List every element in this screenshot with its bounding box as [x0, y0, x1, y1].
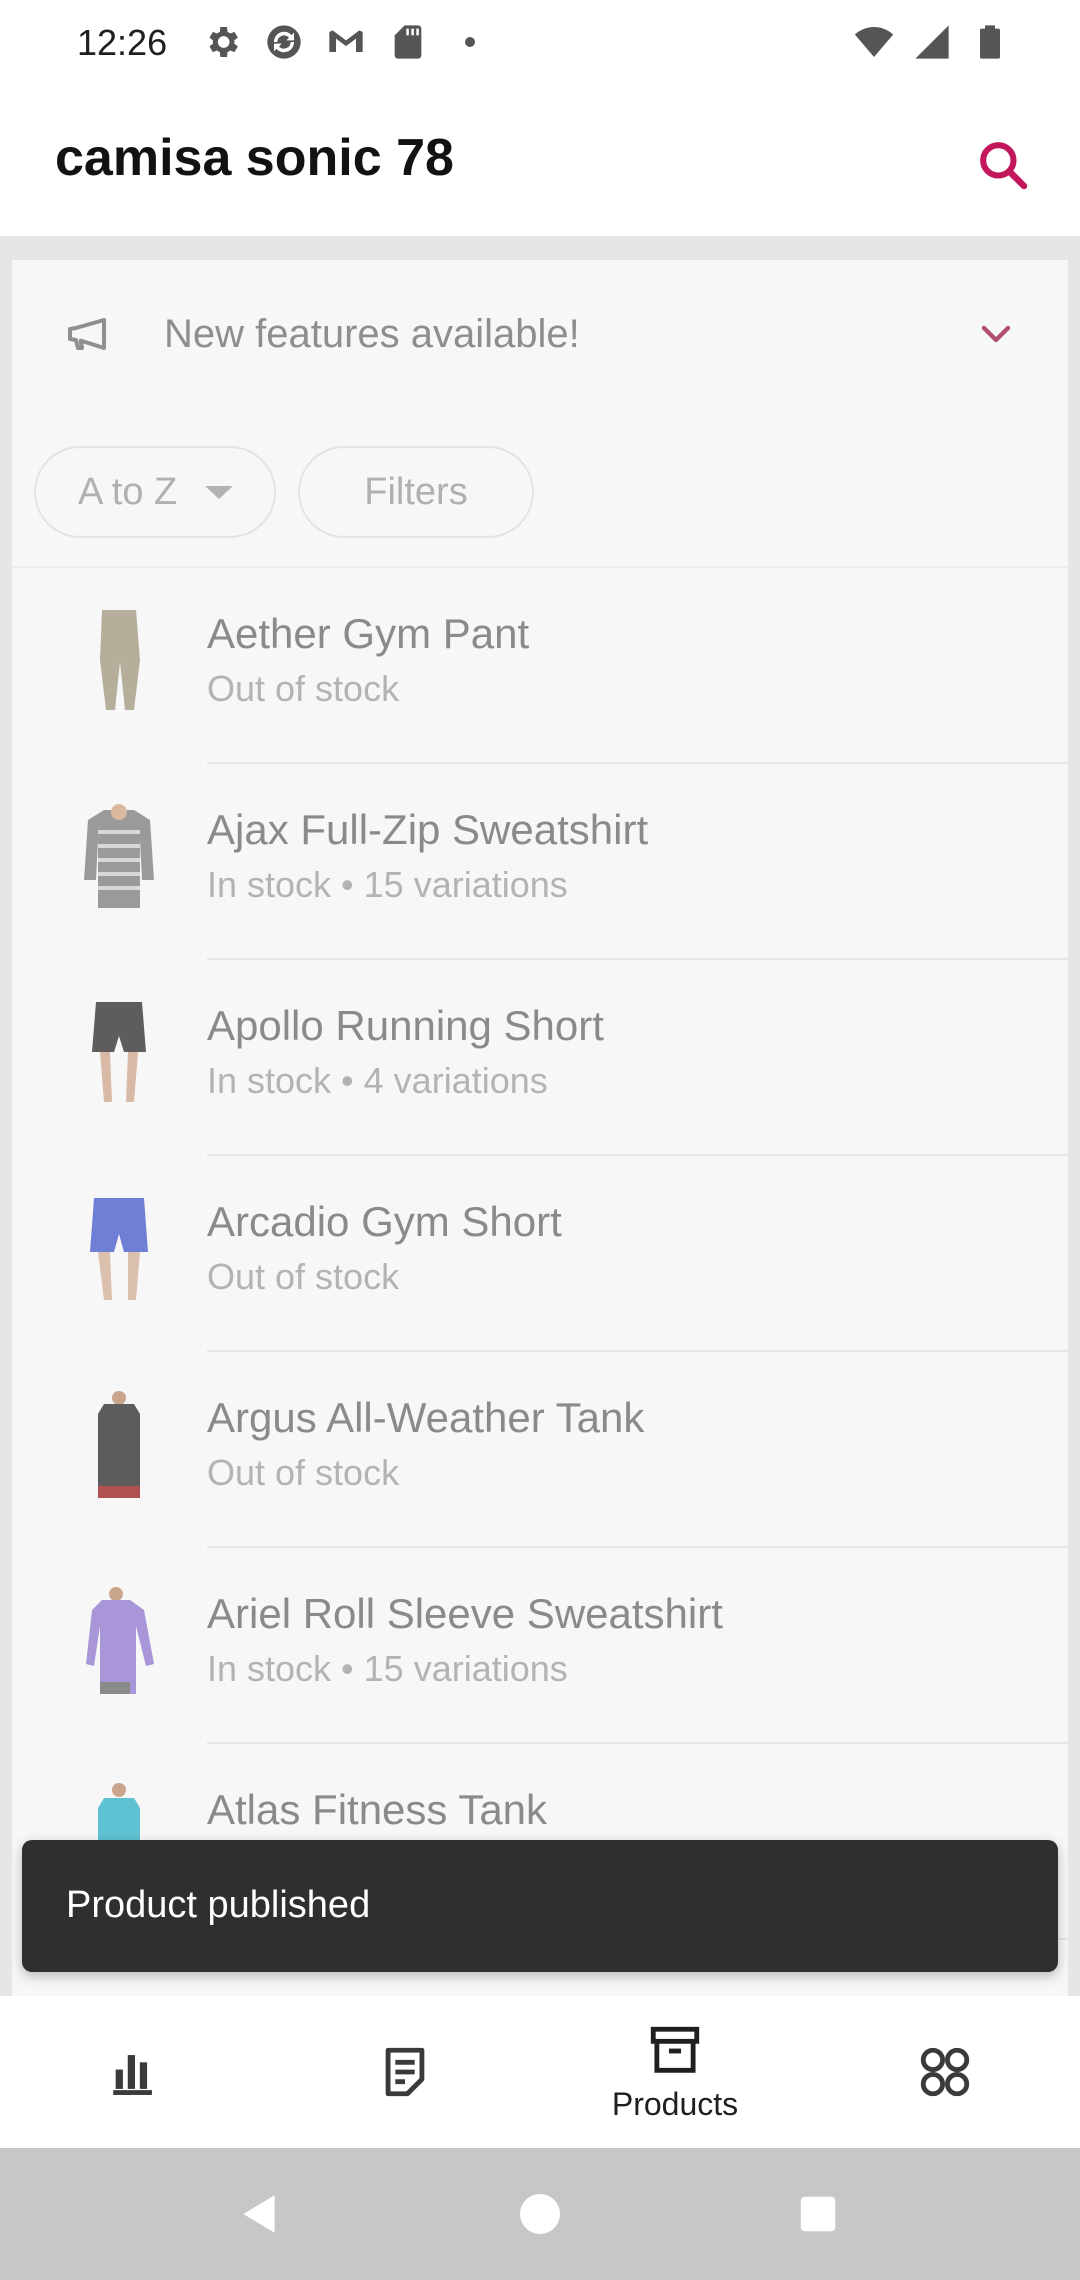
page-title: camisa sonic 78	[55, 129, 454, 187]
filters-label: Filters	[364, 470, 468, 513]
search-icon	[980, 142, 1028, 190]
home-icon	[520, 2194, 560, 2234]
product-thumbnail	[64, 998, 174, 1108]
bottom-navigation: Products	[0, 1996, 1080, 2148]
orders-icon	[385, 2047, 425, 2097]
sync-icon	[262, 20, 306, 64]
back-button[interactable]	[230, 2184, 290, 2244]
chevron-down-icon[interactable]	[972, 310, 1020, 358]
product-name: Apollo Running Short	[207, 1002, 604, 1049]
feature-banner[interactable]: New features available!	[12, 260, 1068, 410]
snackbar-text: Product published	[66, 1884, 371, 1926]
product-status: In stock • 15 variations	[207, 1648, 568, 1689]
system-status-icons	[852, 20, 1012, 64]
product-name: Ajax Full-Zip Sweatshirt	[207, 806, 649, 853]
products-card: New features available! A to Z Filters A…	[12, 260, 1068, 1996]
product-name: Aether Gym Pant	[207, 610, 530, 657]
product-row[interactable]: Ajax Full-Zip Sweatshirt In stock • 15 v…	[12, 764, 1068, 960]
product-row[interactable]: Ariel Roll Sleeve Sweatshirt In stock • …	[12, 1548, 1068, 1744]
nav-item-products[interactable]: Products	[540, 1996, 810, 2148]
sort-label: A to Z	[78, 470, 178, 513]
battery-icon	[968, 20, 1012, 64]
product-status: Out of stock	[207, 668, 400, 709]
dot-icon	[448, 20, 492, 64]
product-thumbnail	[64, 1390, 174, 1500]
product-status: In stock • 4 variations	[207, 1060, 548, 1101]
product-row[interactable]: Apollo Running Short In stock • 4 variat…	[12, 960, 1068, 1156]
settings-icon	[200, 20, 244, 64]
nav-item-stats[interactable]	[0, 1996, 270, 2148]
product-row[interactable]: Aether Gym Pant Out of stock	[12, 568, 1068, 764]
wifi-icon	[852, 20, 896, 64]
recents-button[interactable]	[788, 2184, 848, 2244]
search-button[interactable]	[968, 130, 1038, 200]
product-row[interactable]: Arcadio Gym Short Out of stock	[12, 1156, 1068, 1352]
notification-icons	[200, 20, 492, 64]
megaphone-icon	[64, 310, 112, 358]
product-name: Arcadio Gym Short	[207, 1198, 562, 1245]
product-status: Out of stock	[207, 1452, 400, 1493]
top-app-bar: camisa sonic 78	[0, 88, 1080, 236]
recents-icon	[800, 2196, 836, 2232]
product-thumbnail	[64, 1194, 174, 1304]
product-name: Ariel Roll Sleeve Sweatshirt	[207, 1590, 723, 1637]
products-icon	[650, 2026, 700, 2073]
snackbar: Product published	[22, 1840, 1058, 1972]
filter-row: A to Z Filters	[12, 432, 1068, 572]
product-thumbnail	[64, 802, 174, 912]
product-status: In stock • 15 variations	[207, 864, 568, 905]
product-thumbnail	[64, 606, 174, 716]
status-bar: 12:26	[0, 0, 1080, 88]
product-thumbnail	[64, 1586, 174, 1696]
nav-item-more[interactable]	[810, 1996, 1080, 2148]
product-row[interactable]: Argus All-Weather Tank Out of stock	[12, 1352, 1068, 1548]
product-name: Atlas Fitness Tank	[207, 1786, 548, 1833]
system-nav-bar	[0, 2148, 1080, 2280]
nav-label-products: Products	[611, 2085, 739, 2122]
nav-item-orders[interactable]	[270, 1996, 540, 2148]
content-area: New features available! A to Z Filters A…	[0, 236, 1080, 1996]
more-icon	[920, 2047, 970, 2097]
home-button[interactable]	[510, 2184, 570, 2244]
stats-icon	[113, 2055, 152, 2095]
back-icon	[243, 2195, 275, 2233]
signal-icon	[910, 20, 954, 64]
product-status: Out of stock	[207, 1256, 400, 1297]
status-time: 12:26	[77, 22, 168, 63]
sd-card-icon	[386, 20, 430, 64]
dropdown-caret-icon	[205, 485, 234, 499]
product-name: Argus All-Weather Tank	[207, 1394, 645, 1441]
gmail-icon	[324, 20, 368, 64]
filters-chip[interactable]: Filters	[298, 446, 534, 538]
sort-chip[interactable]: A to Z	[34, 446, 276, 538]
banner-text: New features available!	[164, 312, 580, 356]
